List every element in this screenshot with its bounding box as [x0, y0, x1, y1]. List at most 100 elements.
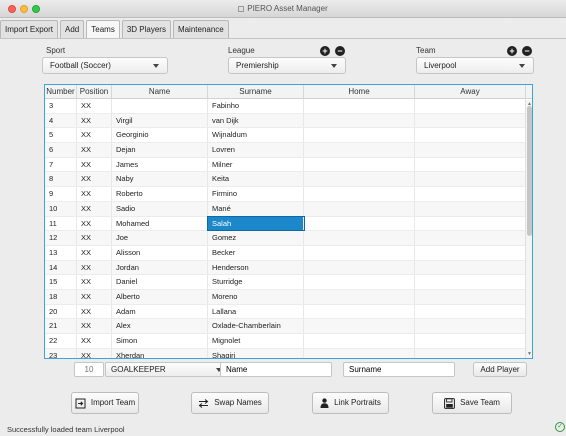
cell-home[interactable] [304, 143, 415, 157]
table-row[interactable]: 21 XX Alex Oxlade-Chamberlain [45, 319, 532, 334]
cell-home[interactable] [304, 216, 415, 231]
table-row[interactable]: 18 XX Alberto Moreno [45, 289, 532, 305]
cell-away[interactable] [415, 275, 526, 289]
cell-name[interactable]: Simon [112, 334, 208, 348]
cell-home[interactable] [304, 334, 415, 348]
cell-name[interactable]: Dejan [112, 143, 208, 157]
table-row[interactable]: 5 XX Georginio Wijnaldum [45, 128, 532, 144]
cell-name[interactable]: Mohamed [112, 216, 208, 231]
cell-home[interactable] [304, 157, 415, 172]
cell-number[interactable]: 11 [45, 216, 77, 231]
cell-home[interactable] [304, 231, 415, 245]
column-header-number[interactable]: Number [45, 85, 77, 98]
cell-number[interactable]: 4 [45, 113, 77, 128]
cell-surname[interactable]: Moreno [208, 289, 304, 304]
cell-home[interactable] [304, 260, 415, 275]
cell-away[interactable] [415, 334, 526, 348]
table-row[interactable]: 15 XX Daniel Sturridge [45, 275, 532, 290]
cell-away[interactable] [415, 99, 526, 113]
cell-name[interactable]: Alberto [112, 289, 208, 304]
cell-surname[interactable]: Keita [208, 172, 304, 187]
cell-position[interactable]: XX [77, 334, 112, 348]
cell-name[interactable]: Xherdan [112, 348, 208, 358]
cell-position[interactable]: XX [77, 172, 112, 187]
sport-select[interactable]: Football (Soccer) [42, 57, 168, 74]
cell-away[interactable] [415, 289, 526, 304]
table-row[interactable]: 7 XX James Milner [45, 157, 532, 173]
cell-surname[interactable]: Gomez [208, 231, 304, 245]
cell-number[interactable]: 23 [45, 348, 77, 358]
cell-away[interactable] [415, 201, 526, 216]
table-row[interactable]: 22 XX Simon Mignolet [45, 334, 532, 349]
cell-number[interactable]: 15 [45, 275, 77, 289]
table-row[interactable]: 10 XX Sadio Mané [45, 201, 532, 217]
cell-position[interactable]: XX [77, 260, 112, 275]
cell-home[interactable] [304, 128, 415, 143]
remove-team-button[interactable]: − [522, 46, 532, 56]
cell-number[interactable]: 8 [45, 172, 77, 187]
cell-away[interactable] [415, 304, 526, 319]
cell-number[interactable]: 18 [45, 289, 77, 304]
cell-away[interactable] [415, 245, 526, 260]
cell-home[interactable] [304, 348, 415, 358]
cell-surname[interactable]: Wijnaldum [208, 128, 304, 143]
cell-position[interactable]: XX [77, 201, 112, 216]
cell-position[interactable]: XX [77, 245, 112, 260]
cell-home[interactable] [304, 113, 415, 128]
cell-name[interactable]: Alex [112, 319, 208, 333]
import-team-button[interactable]: Import Team [71, 392, 139, 414]
cell-name[interactable]: Virgil [112, 113, 208, 128]
tab-3d-players[interactable]: 3D Players [121, 20, 171, 38]
table-scrollbar[interactable]: ▲ ▼ [525, 100, 532, 358]
cell-number[interactable]: 6 [45, 143, 77, 157]
cell-position[interactable]: XX [77, 187, 112, 201]
cell-away[interactable] [415, 319, 526, 333]
cell-position[interactable]: XX [77, 113, 112, 128]
cell-number[interactable]: 10 [45, 201, 77, 216]
tab-maintenance[interactable]: Maintenance [172, 20, 229, 38]
cell-away[interactable] [415, 216, 526, 231]
position-select[interactable]: GOALKEEPER [105, 362, 231, 377]
cell-name[interactable] [112, 99, 208, 113]
cell-position[interactable]: XX [77, 128, 112, 143]
league-select[interactable]: Premiership [228, 57, 346, 74]
cell-away[interactable] [415, 260, 526, 275]
table-row[interactable]: 11 XX Mohamed Salah [45, 215, 532, 232]
cell-away[interactable] [415, 231, 526, 245]
cell-name[interactable]: Sadio [112, 201, 208, 216]
cell-position[interactable]: XX [77, 289, 112, 304]
cell-surname[interactable]: Mignolet [208, 334, 304, 348]
cell-surname[interactable]: Becker [208, 245, 304, 260]
cell-position[interactable]: XX [77, 304, 112, 319]
cell-surname[interactable]: van Dijk [208, 113, 304, 128]
surname-input[interactable] [343, 362, 455, 377]
cell-surname[interactable]: Mané [208, 201, 304, 216]
cell-number[interactable]: 7 [45, 157, 77, 172]
scrollbar-thumb[interactable] [527, 106, 532, 236]
table-row[interactable]: 14 XX Jordan Henderson [45, 260, 532, 276]
table-row[interactable]: 20 XX Adam Lallana [45, 304, 532, 320]
cell-away[interactable] [415, 157, 526, 172]
cell-away[interactable] [415, 113, 526, 128]
cell-position[interactable]: XX [77, 319, 112, 333]
cell-number[interactable]: 13 [45, 245, 77, 260]
cell-name[interactable]: Joe [112, 231, 208, 245]
cell-number[interactable]: 14 [45, 260, 77, 275]
cell-surname[interactable]: Henderson [208, 260, 304, 275]
cell-name[interactable]: Alisson [112, 245, 208, 260]
column-header-away[interactable]: Away [415, 85, 526, 98]
remove-league-button[interactable]: − [335, 46, 345, 56]
cell-home[interactable] [304, 319, 415, 333]
cell-number[interactable]: 21 [45, 319, 77, 333]
column-header-position[interactable]: Position [77, 85, 112, 98]
add-player-button[interactable]: Add Player [473, 362, 527, 377]
cell-away[interactable] [415, 348, 526, 358]
cell-home[interactable] [304, 289, 415, 304]
table-row[interactable]: 12 XX Joe Gomez [45, 231, 532, 246]
tab-import-export[interactable]: Import Export [0, 20, 59, 38]
tab-add[interactable]: Add [60, 20, 85, 38]
cell-away[interactable] [415, 187, 526, 201]
cell-number[interactable]: 22 [45, 334, 77, 348]
table-row[interactable]: 6 XX Dejan Lovren [45, 143, 532, 158]
cell-home[interactable] [304, 172, 415, 187]
